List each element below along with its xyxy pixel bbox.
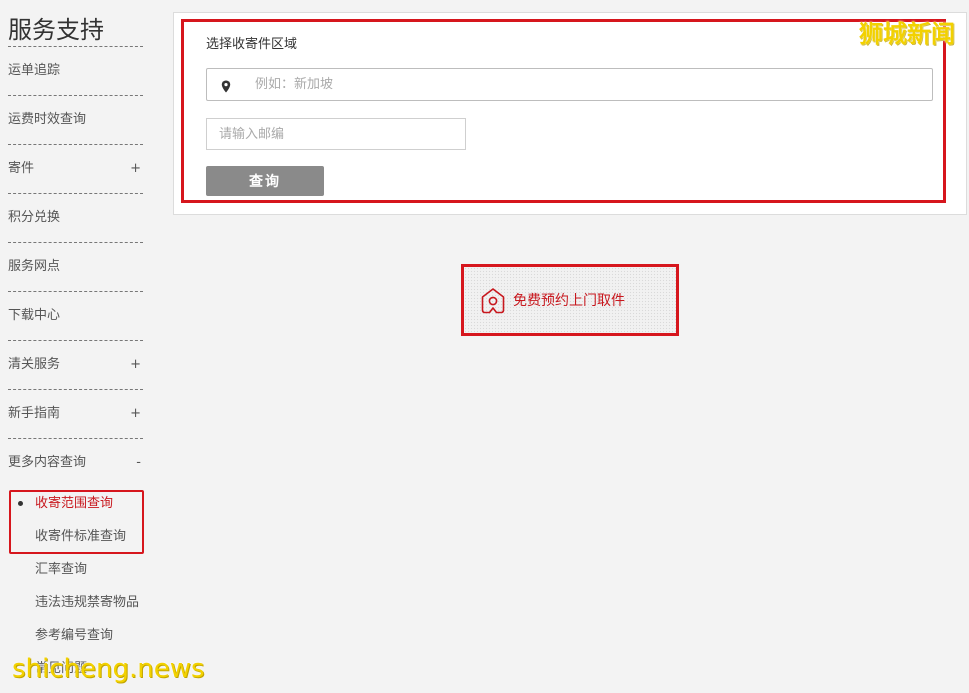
submenu-item-prohibited[interactable]: 违法违规禁寄物品 xyxy=(8,586,143,619)
expand-plus-icon[interactable]: + xyxy=(130,390,141,438)
home-location-icon xyxy=(480,287,506,319)
submenu-item-reference[interactable]: 参考编号查询 xyxy=(8,619,143,652)
sidebar-item-label: 运费时效查询 xyxy=(8,112,87,127)
sidebar-item-downloads[interactable]: 下载中心 xyxy=(8,292,143,341)
sidebar-item-label: 服务网点 xyxy=(8,259,61,274)
query-button[interactable]: 查询 xyxy=(206,166,324,196)
sidebar-item-tracking[interactable]: 运单追踪 xyxy=(8,47,143,96)
submenu-item-standards[interactable]: 收寄件标准查询 xyxy=(8,520,143,553)
sidebar-item-customs[interactable]: 清关服务 + xyxy=(8,341,143,390)
submenu-item-label: 收寄件标准查询 xyxy=(35,529,127,544)
sidebar-item-label: 清关服务 xyxy=(8,357,61,372)
submenu-item-coverage[interactable]: 收寄范围查询 xyxy=(8,487,143,520)
sidebar-item-guide[interactable]: 新手指南 + xyxy=(8,390,143,439)
sidebar-item-label: 运单追踪 xyxy=(8,63,61,78)
submenu-item-label: 收寄范围查询 xyxy=(35,496,114,511)
section-label: 选择收寄件区域 xyxy=(206,37,298,52)
sidebar-item-more[interactable]: 更多内容查询 - xyxy=(8,439,143,487)
region-input[interactable] xyxy=(255,69,915,100)
sidebar-item-label: 寄件 xyxy=(8,161,35,176)
map-pin-icon xyxy=(221,78,231,97)
sidebar-item-outlets[interactable]: 服务网点 xyxy=(8,243,143,292)
postcode-input[interactable] xyxy=(206,118,466,150)
sidebar-item-label: 更多内容查询 xyxy=(8,455,87,470)
watermark-top: 狮城新闻 xyxy=(859,20,955,48)
sidebar-item-points[interactable]: 积分兑换 xyxy=(8,194,143,243)
submenu-item-label: 汇率查询 xyxy=(35,562,88,577)
free-pickup-button[interactable]: 免费预约上门取件 xyxy=(461,264,679,336)
pickup-label: 免费预约上门取件 xyxy=(513,293,625,309)
sidebar: 服务支持 运单追踪 运费时效查询 寄件 + 积分兑换 服务网点 下载中心 清关服… xyxy=(8,0,144,685)
submenu-item-exchange-rate[interactable]: 汇率查询 xyxy=(8,553,143,586)
active-dot-icon xyxy=(18,501,23,506)
sidebar-item-rate-time[interactable]: 运费时效查询 xyxy=(8,96,143,145)
region-select[interactable] xyxy=(206,68,933,101)
submenu-item-label: 违法违规禁寄物品 xyxy=(35,595,140,610)
watermark-bottom: shicheng.news xyxy=(12,654,205,684)
sidebar-item-label: 积分兑换 xyxy=(8,210,61,225)
sidebar-item-send[interactable]: 寄件 + xyxy=(8,145,143,194)
sidebar-title: 服务支持 xyxy=(8,0,143,47)
collapse-minus-icon[interactable]: - xyxy=(136,439,141,487)
expand-plus-icon[interactable]: + xyxy=(130,145,141,193)
submenu-item-label: 参考编号查询 xyxy=(35,628,114,643)
sidebar-item-label: 下载中心 xyxy=(8,308,61,323)
sidebar-item-label: 新手指南 xyxy=(8,406,61,421)
expand-plus-icon[interactable]: + xyxy=(130,341,141,389)
